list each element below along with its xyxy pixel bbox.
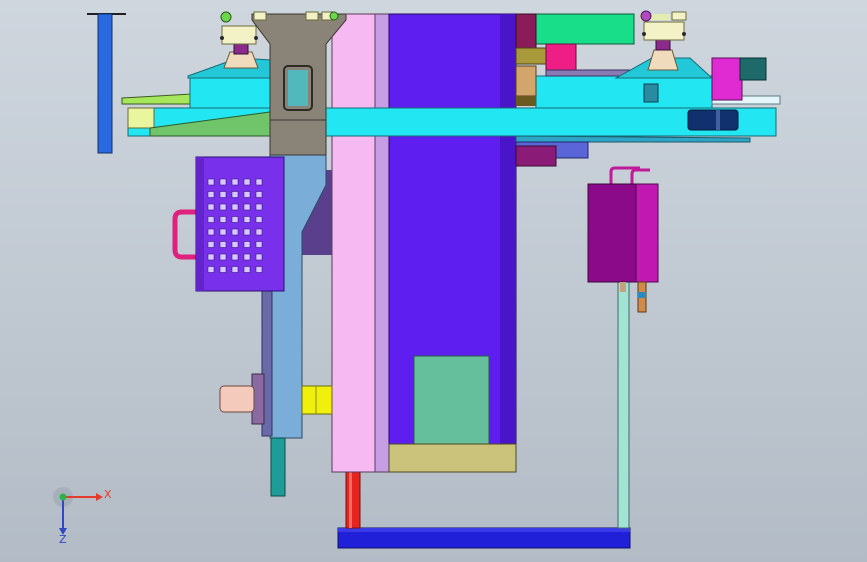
tool-box-hole [243, 178, 251, 186]
tool-box-hole [207, 241, 215, 248]
navy-cylinder[interactable] [687, 109, 739, 131]
bracket-top-pad-1 [253, 11, 267, 21]
left-clamp-neck[interactable] [233, 43, 249, 55]
valve-fitting-stem [620, 282, 626, 292]
tool-box-hole [255, 203, 263, 211]
tool-box-hole [255, 241, 263, 248]
tool-box-hole [255, 266, 263, 273]
valve-box-body[interactable] [587, 183, 639, 283]
tool-box-hole [207, 266, 215, 273]
right-clamp-head[interactable] [643, 21, 685, 41]
tool-box-hole [207, 203, 215, 211]
right-clamp-cap [671, 11, 687, 21]
right-clamp-neck[interactable] [655, 39, 671, 51]
triad-x-label: X [104, 488, 112, 501]
tool-box-hole [255, 253, 263, 261]
tool-box-hole [231, 241, 239, 248]
tool-box-hole [255, 216, 263, 223]
tool-box-hole [219, 228, 227, 236]
green-guide-rod[interactable] [617, 281, 630, 529]
bracket-top-pad-2 [305, 11, 319, 21]
triad-z-label: Z [59, 533, 67, 546]
tool-box-hole [219, 178, 227, 186]
maroon-top-block[interactable] [515, 13, 537, 49]
tool-box-hole [243, 228, 251, 236]
valve-box-side[interactable] [635, 183, 659, 283]
olive-top-block[interactable] [515, 47, 547, 65]
dark-teal-cap[interactable] [739, 57, 767, 81]
tool-box-hole [219, 216, 227, 223]
right-cyan-block[interactable] [535, 75, 713, 109]
right-clamp-bolt [640, 10, 652, 22]
bracket-foot [269, 119, 327, 156]
left-clamp-dot-2 [254, 36, 258, 40]
tool-box-side [196, 157, 204, 291]
triad-y-axis [59, 493, 67, 501]
tool-box-hole [243, 266, 251, 273]
column-lavender-face[interactable] [374, 13, 390, 473]
tool-box-hole [207, 216, 215, 223]
tool-box-hole [231, 228, 239, 236]
tool-box-hole [231, 253, 239, 261]
tool-box-hole [207, 191, 215, 198]
tool-box-hole [243, 191, 251, 198]
tool-box-hole [219, 191, 227, 198]
tool-box-hole [219, 266, 227, 273]
tool-box-hole [231, 203, 239, 211]
left-cyan-block[interactable] [189, 75, 273, 109]
teal-stem[interactable] [270, 437, 286, 497]
right-clamp-dot-1 [642, 32, 646, 36]
tool-box-hole [219, 241, 227, 248]
tool-box-hole [243, 253, 251, 261]
column-violet-shade [500, 14, 516, 472]
left-clamp-bolt [220, 11, 232, 23]
column-green-panel[interactable] [413, 355, 490, 445]
cad-3d-viewport[interactable]: X Z [0, 0, 867, 562]
tool-box-hole [231, 216, 239, 223]
tool-box-hole [255, 178, 263, 186]
pin-shaft[interactable] [219, 385, 255, 413]
tool-box-hole [207, 228, 215, 236]
dark-olive-stub [516, 96, 536, 106]
tool-box-hole [243, 203, 251, 211]
tool-box-hole [207, 178, 215, 186]
base-plate-top-edge [338, 528, 630, 532]
platform-pale-strip [127, 107, 155, 129]
tool-box-hole [231, 266, 239, 273]
tan-block[interactable] [515, 65, 537, 97]
navy-cylinder-band [716, 110, 720, 130]
tool-box-hole [255, 191, 263, 198]
tool-box-hole [207, 253, 215, 261]
column-olive-foot[interactable] [388, 443, 517, 473]
main-column[interactable] [331, 13, 517, 473]
tool-box-hole [255, 228, 263, 236]
tool-box-hole [243, 241, 251, 248]
bracket-window-inner [288, 70, 308, 106]
valve-fitting-band [638, 292, 646, 298]
bracket-bolt [329, 11, 339, 21]
left-clamp-dot-1 [220, 36, 224, 40]
tool-box-hole [243, 216, 251, 223]
yellow-block[interactable] [301, 385, 333, 415]
blue-post[interactable] [97, 13, 113, 154]
column-pink-face[interactable] [331, 13, 376, 473]
tool-box-hole [231, 178, 239, 186]
tool-box-hole [219, 203, 227, 211]
purple-plate-lower[interactable] [515, 145, 557, 167]
tool-box-hole [231, 191, 239, 198]
tool-box-hole [219, 253, 227, 261]
green-top-block[interactable] [533, 13, 635, 45]
left-clamp-head[interactable] [221, 25, 257, 45]
teal-notch [643, 83, 659, 103]
right-clamp-dot-2 [682, 32, 686, 36]
magenta-cap-right[interactable] [711, 57, 743, 101]
